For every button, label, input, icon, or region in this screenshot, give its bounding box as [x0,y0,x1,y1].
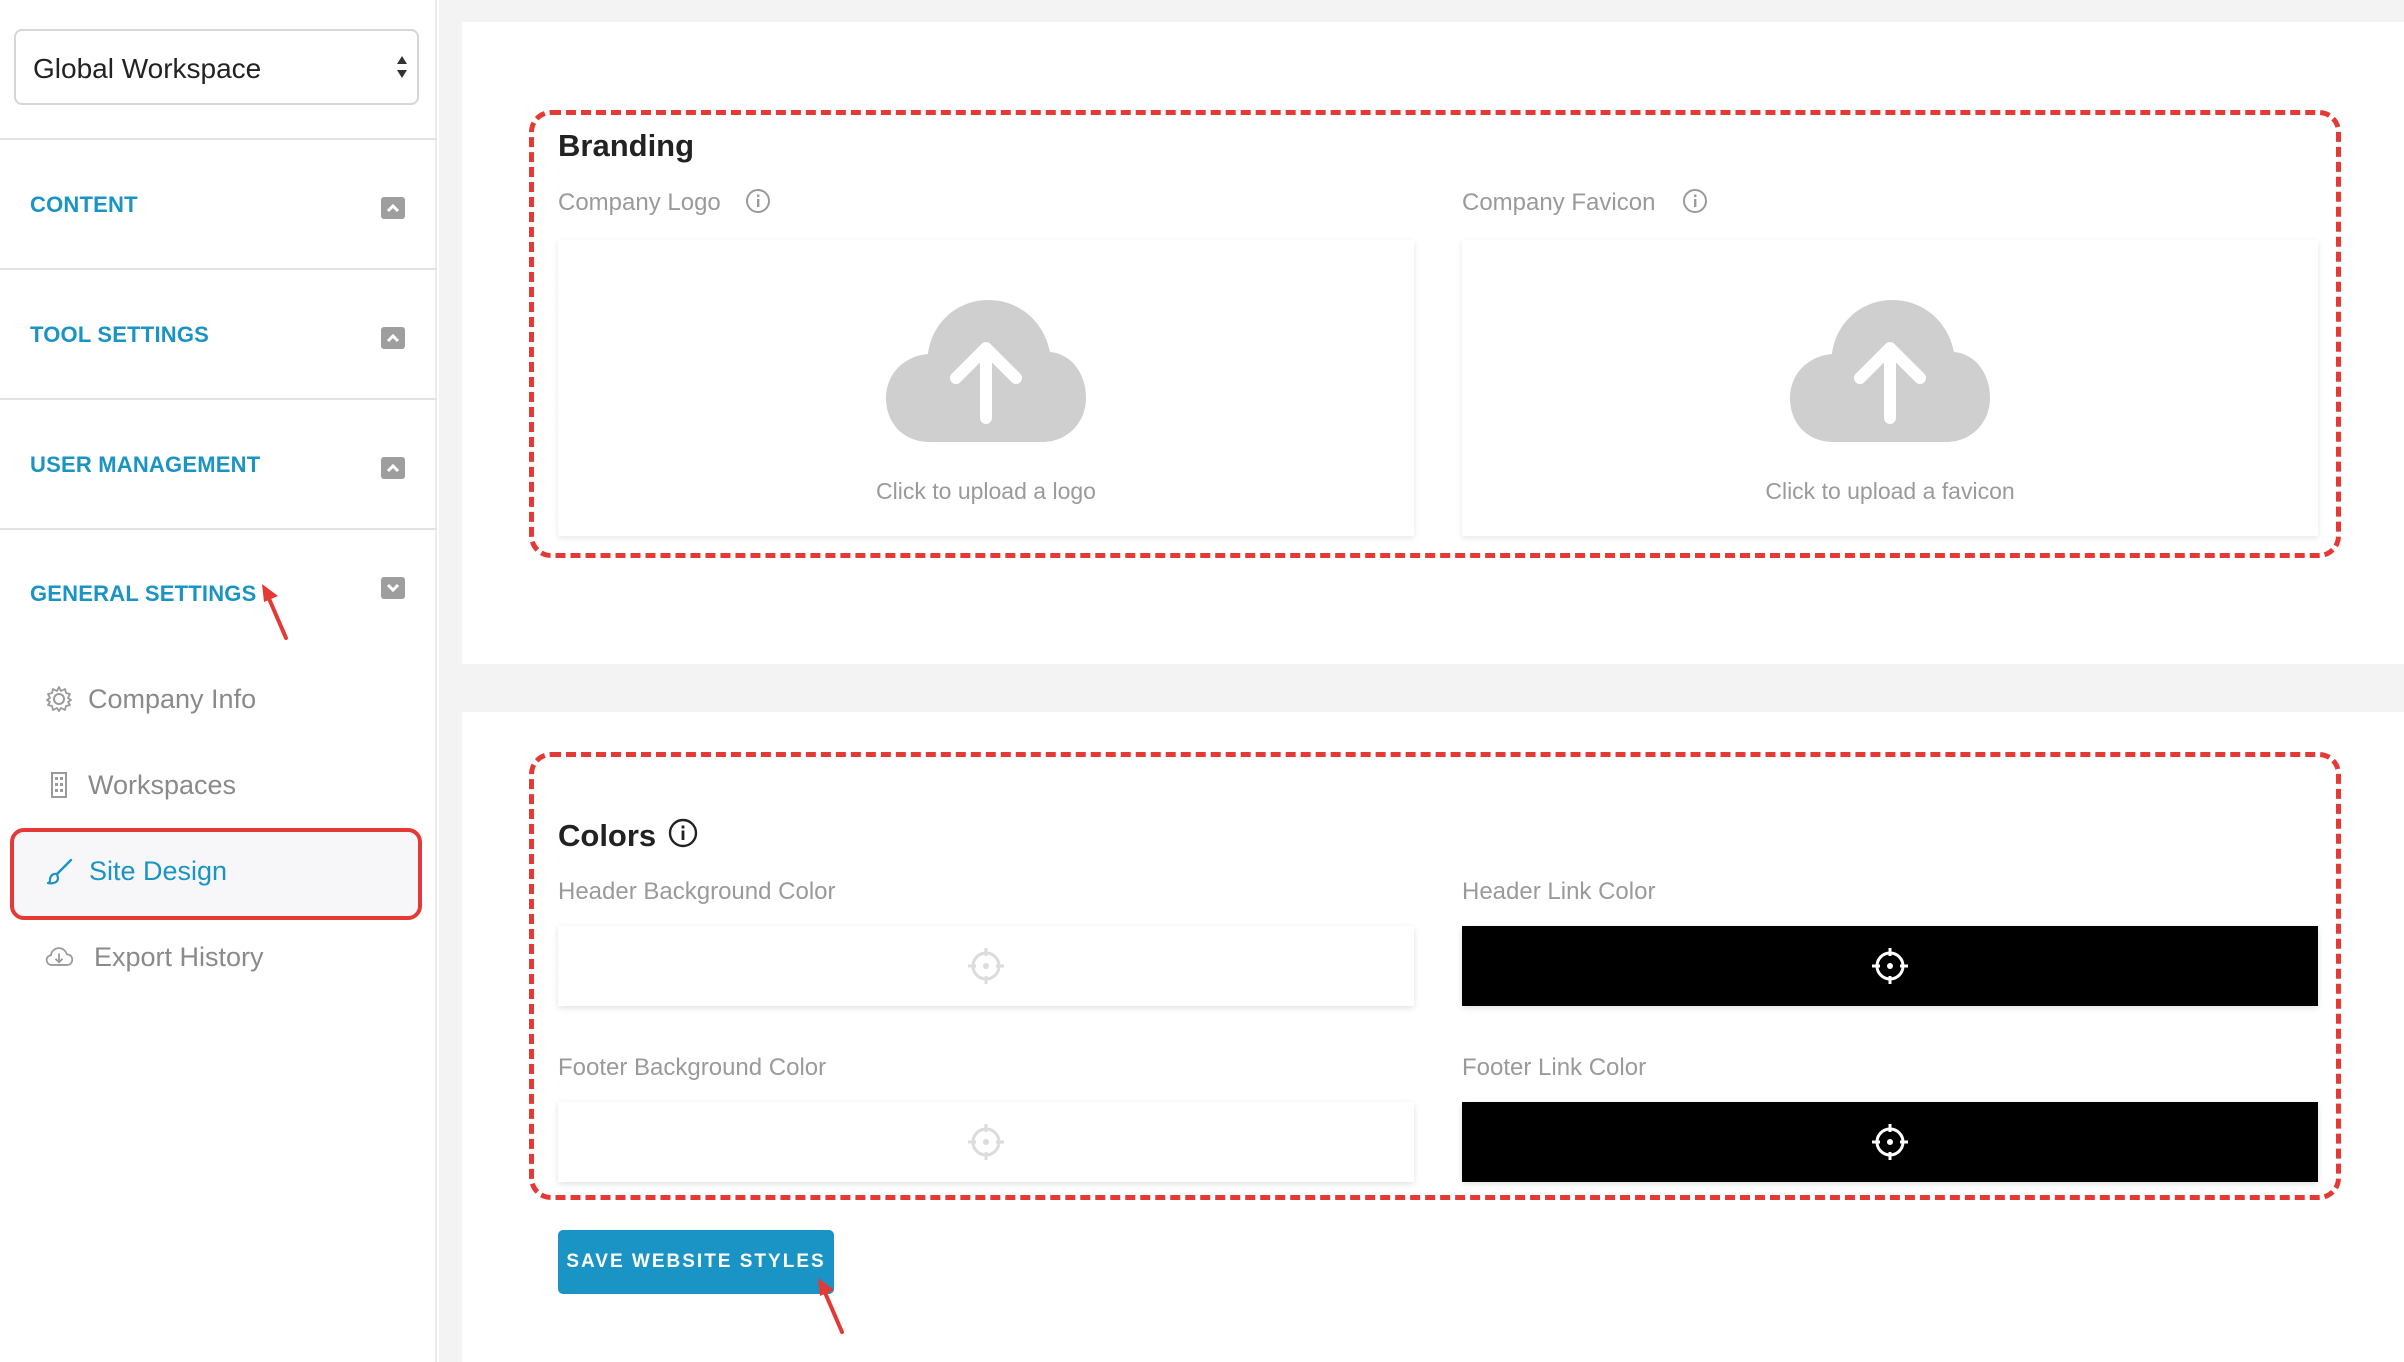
nav-section-label: USER MANAGEMENT [30,452,261,477]
footer-link-color-label: Footer Link Color [1462,1054,1647,1081]
building-icon [51,772,67,798]
workspace-select[interactable]: Global Workspace [14,29,419,105]
chevron-up-icon[interactable] [381,327,405,349]
nav-section-label: TOOL SETTINGS [30,322,210,347]
header-link-color-label: Header Link Color [1462,878,1656,905]
gear-icon [46,686,72,712]
branding-title: Branding [558,128,695,163]
subnav-label: Company Info [88,684,257,714]
sidebar: Global Workspace CONTENT TOOL SETTINGS U [0,0,437,1362]
crosshair-icon [1872,948,1908,984]
crosshair-icon [968,948,1004,984]
divider [0,528,437,530]
subnav-item-company-info[interactable]: Company Info [10,658,422,742]
chevron-down-icon[interactable] [381,577,405,599]
logo-upload-text: Click to upload a logo [876,478,1096,504]
info-icon[interactable] [745,188,771,214]
workspace-select-value: Global Workspace [33,53,262,84]
logo-upload-dropzone[interactable]: Click to upload a logo [558,240,1414,536]
header-link-color-picker[interactable] [1462,926,2318,1006]
cloud-upload-icon [1790,300,1990,442]
divider [0,398,437,400]
nav-section-label: CONTENT [30,192,138,217]
subnav-item-export-history[interactable]: Export History [10,916,422,1000]
annotation-arrow-icon [818,1278,844,1334]
company-logo-label: Company Logo [558,189,721,216]
favicon-upload-dropzone[interactable]: Click to upload a favicon [1462,240,2318,536]
divider [0,138,437,140]
select-arrows-icon [397,56,407,78]
info-icon[interactable] [1682,188,1708,214]
favicon-upload-text: Click to upload a favicon [1765,478,2015,504]
app-root: Global Workspace CONTENT TOOL SETTINGS U [0,0,2404,1362]
footer-link-color-picker[interactable] [1462,1102,2318,1182]
divider [0,268,437,270]
cloud-download-icon [45,947,74,966]
chevron-up-icon[interactable] [381,457,405,479]
company-favicon-label: Company Favicon [1462,189,1656,216]
subnav-label: Site Design [89,856,228,886]
info-icon[interactable] [667,817,699,849]
chevron-up-icon[interactable] [381,197,405,219]
subnav-label: Export History [94,942,264,972]
crosshair-icon [968,1124,1004,1160]
footer-background-color-label: Footer Background Color [558,1054,827,1081]
subnav-item-site-design[interactable]: Site Design [10,828,422,920]
brush-icon [46,858,73,885]
subnav-item-workspaces[interactable]: Workspaces [10,744,422,828]
header-background-color-label: Header Background Color [558,878,836,905]
subnav-label: Workspaces [88,770,237,800]
save-website-styles-button[interactable]: SAVE WEBSITE STYLES [558,1230,834,1294]
colors-title: Colors [558,818,657,853]
nav-section-label: GENERAL SETTINGS [30,581,257,606]
header-background-color-picker[interactable] [558,926,1414,1006]
cloud-upload-icon [886,300,1086,442]
footer-background-color-picker[interactable] [558,1102,1414,1182]
annotation-arrow-icon [262,584,288,640]
crosshair-icon [1872,1124,1908,1160]
